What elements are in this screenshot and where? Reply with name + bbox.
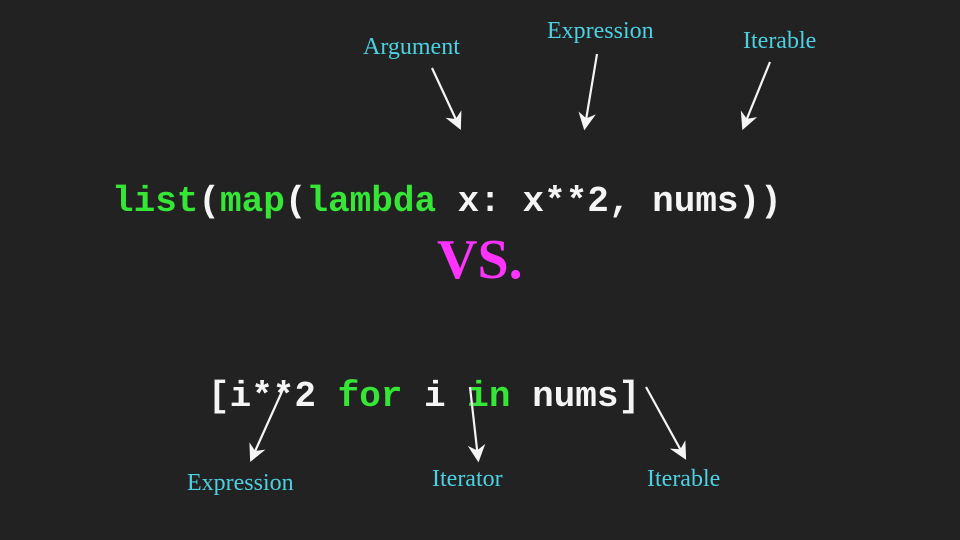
keyword-in: in xyxy=(467,376,510,417)
label-argument: Argument xyxy=(363,34,460,61)
keyword-map: map xyxy=(220,181,285,222)
arrow-iterable-bottom xyxy=(646,387,684,456)
keyword-list: list xyxy=(112,181,198,222)
code-var-i: i xyxy=(402,376,467,417)
vs-label: VS. xyxy=(437,228,523,292)
label-iterable-bottom: Iterable xyxy=(647,466,720,493)
keyword-for: for xyxy=(338,376,403,417)
arrow-iterable-top xyxy=(744,62,770,126)
code-expr-2: [i**2 xyxy=(208,376,338,417)
arrow-expression-top xyxy=(585,54,597,126)
paren-open-2: ( xyxy=(285,181,307,222)
arrow-argument xyxy=(432,68,459,126)
paren-open-1: ( xyxy=(198,181,220,222)
code-rest-1: x: x**2, nums)) xyxy=(436,181,782,222)
code-nums-2: nums] xyxy=(510,376,640,417)
keyword-lambda: lambda xyxy=(306,181,436,222)
label-expression-bottom: Expression xyxy=(187,470,294,497)
label-iterable-top: Iterable xyxy=(743,28,816,55)
code-map-line: list(map(lambda x: x**2, nums)) xyxy=(112,140,782,222)
label-iterator: Iterator xyxy=(432,466,503,493)
code-listcomp-line: [i**2 for i in nums] xyxy=(208,335,640,417)
label-expression-top: Expression xyxy=(547,18,654,45)
